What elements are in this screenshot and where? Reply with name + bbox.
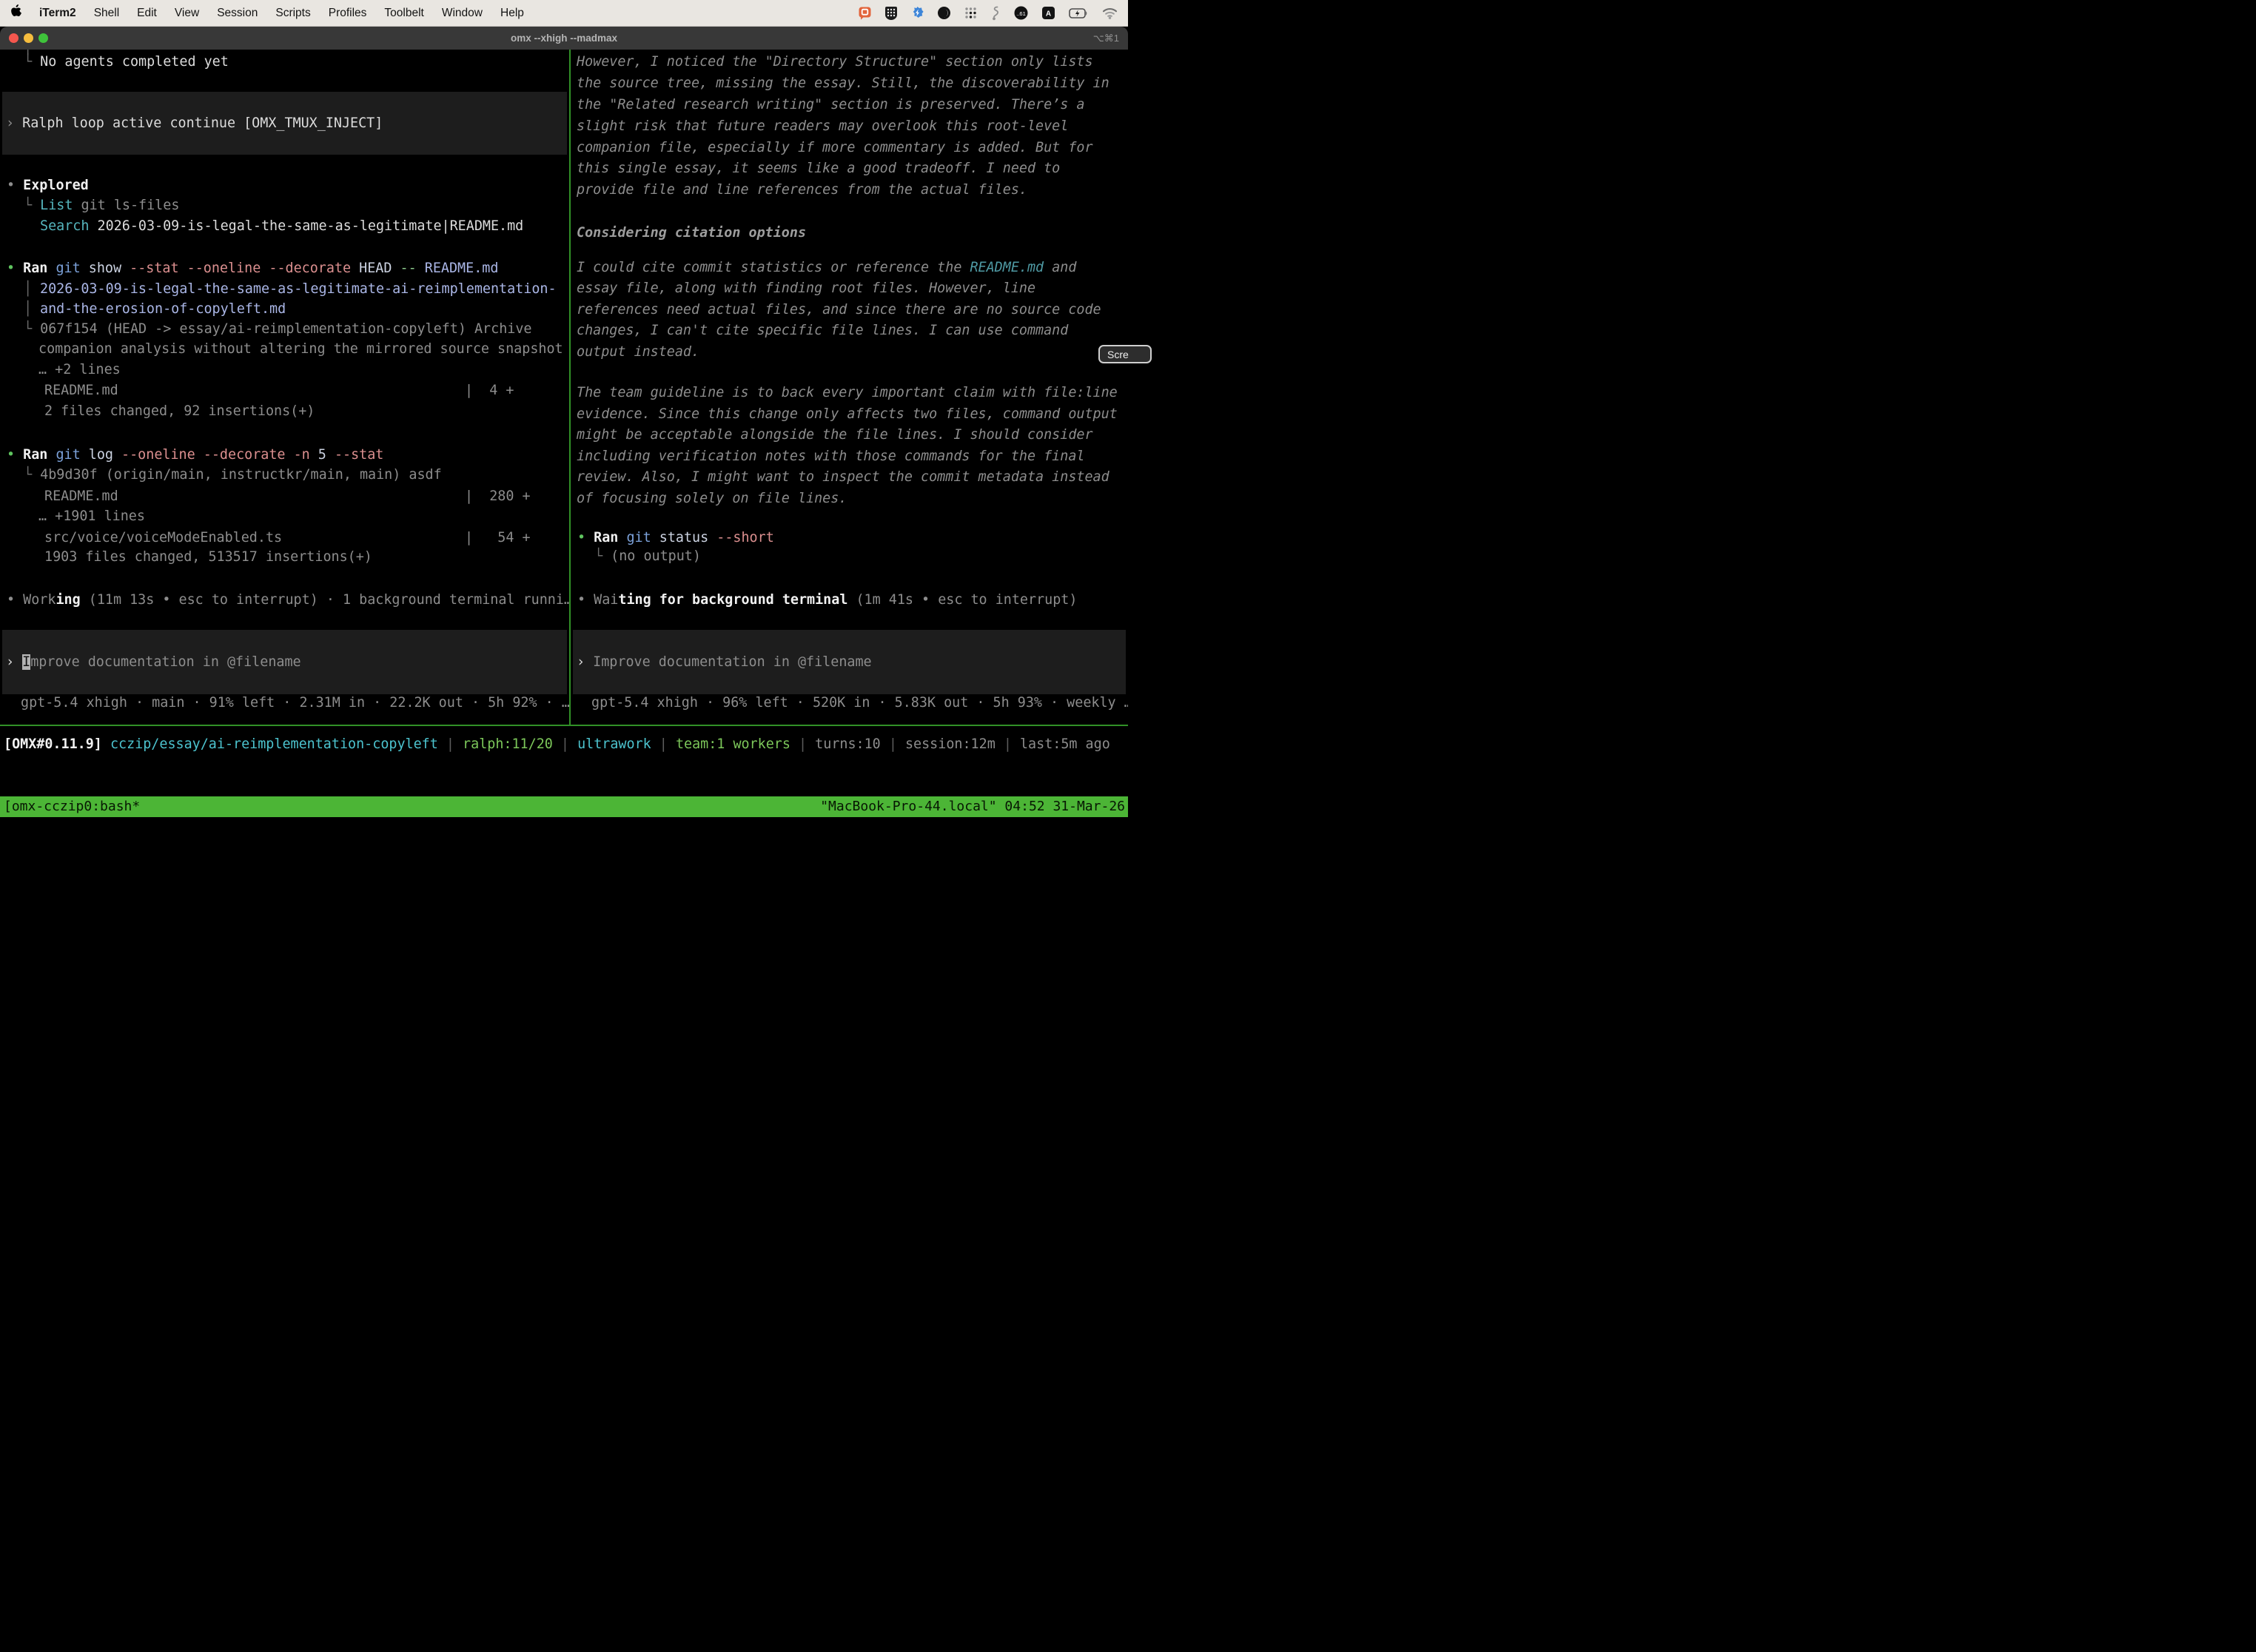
pane-divider[interactable] [569, 50, 571, 725]
terminal-text-run: including verification notes with those … [577, 446, 1084, 467]
tmux-host-clock: "MacBook-Pro-44.local" 04:52 31-Mar-26 [820, 796, 1125, 817]
terminal-text-run: evidence. Since this change only affects… [577, 404, 1118, 425]
terminal-text-run: └ 067f154 (HEAD -> essay/ai-reimplementa… [24, 319, 531, 340]
terminal-text-run: | 280 + [465, 486, 531, 507]
window-title: omx --xhigh --madmax [0, 27, 1128, 50]
window-shortcut-badge: ⌥⌘1 [1093, 27, 1119, 50]
battery-icon[interactable] [1069, 8, 1088, 19]
terminal-text-run: │ [24, 299, 32, 320]
menu-item-view[interactable]: View [175, 7, 199, 20]
terminal-text-run: Search 2026-03-09-is-legal-the-same-as-l… [40, 216, 523, 237]
svg-text:A: A [1046, 10, 1051, 19]
screen-tooltip: Scre [1098, 345, 1152, 363]
terminal-text-run: • Waiting for background terminal (1m 41… [577, 590, 1077, 611]
menu-item-iterm2[interactable]: iTerm2 [39, 7, 76, 20]
svg-text:..61: ..61 [1016, 10, 1026, 17]
menu-item-session[interactable]: Session [217, 7, 258, 20]
terminal-text-run: • Working (11m 13s • esc to interrupt) ·… [7, 590, 569, 611]
crescent-icon[interactable] [938, 7, 950, 19]
terminal-text-run: 2026-03-09-is-legal-the-same-as-legitima… [40, 279, 557, 300]
apple-menu[interactable] [10, 4, 21, 21]
terminal-text-run: └ List git ls-files [24, 195, 179, 216]
menu-item-edit[interactable]: Edit [137, 7, 157, 20]
terminal-text-run: • Explored [7, 175, 89, 196]
terminal-text-run: However, I noticed the "Directory Struct… [577, 52, 1093, 73]
keyboard-shield-icon[interactable] [885, 7, 897, 20]
terminal-text-run: Considering citation options [577, 223, 806, 244]
terminal-text-run: 1903 files changed, 513517 insertions(+) [44, 547, 372, 568]
left-terminal-pane[interactable]: │ └ No agents completed yet › Ralph loop a… [0, 50, 569, 725]
terminal-text-run: └ (no output) [594, 546, 701, 567]
right-terminal-pane[interactable]: However, I noticed the "Directory Struct… [571, 50, 1128, 725]
window-title-bar: omx --xhigh --madmax ⌥⌘1 [0, 27, 1128, 50]
terminal-text-run: provide file and line references from th… [577, 180, 1027, 201]
terminal-text-run: the source tree, missing the essay. Stil… [577, 73, 1109, 94]
terminal-text-run: companion analysis without altering the … [38, 339, 563, 360]
tmux-session-label[interactable]: [omx-cczip0:bash* [4, 796, 140, 817]
menu-item-scripts[interactable]: Scripts [275, 7, 310, 20]
omx-status-line: [OMX#0.11.9] cczip/essay/ai-reimplementa… [4, 734, 1128, 756]
terminal-text-run: this single essay, it seems like a good … [577, 158, 1060, 179]
terminal-text-run: › Improve documentation in @filename [6, 652, 301, 673]
terminal-text-run: slight risk that future readers may over… [577, 116, 1068, 137]
terminal-text-run: README.md [44, 380, 118, 401]
menu-item-profiles[interactable]: Profiles [329, 7, 367, 20]
orange-chat-icon[interactable] [859, 7, 871, 20]
terminal-text-run: gpt-5.4 xhigh · main · 91% left · 2.31M … [21, 693, 569, 713]
terminal-text-run: │ [24, 279, 32, 300]
terminal-text-run: references need actual files, and since … [577, 300, 1101, 320]
terminal-text-run: might be acceptable alongside the file l… [577, 425, 1093, 446]
squiggle-icon[interactable] [991, 6, 1000, 21]
terminal-text-run: changes, I can't cite specific file line… [577, 320, 1068, 341]
terminal-text-run: 2 files changed, 92 insertions(+) [44, 401, 315, 422]
tmux-status-bar: [omx-cczip0:bash* "MacBook-Pro-44.local"… [0, 796, 1128, 817]
status-divider-line [0, 725, 1128, 726]
terminal-text-run: output instead. [577, 342, 699, 363]
omx-status-text: [OMX#0.11.9] cczip/essay/ai-reimplementa… [4, 734, 1110, 755]
screen: { "menubar": { "apple_icon": "apple-logo… [0, 0, 1128, 826]
terminal-text-run: companion file, especially if more comme… [577, 138, 1093, 158]
menu-item-window[interactable]: Window [442, 7, 483, 20]
terminal-text-run: … +2 lines [38, 360, 121, 380]
terminal-text-run: … +1901 lines [38, 506, 145, 527]
menu-item-toolbelt[interactable]: Toolbelt [384, 7, 423, 20]
wifi-icon[interactable] [1102, 7, 1118, 19]
terminal-text-run: └ No agents completed yet [24, 52, 229, 73]
terminal-text-run: | 4 + [465, 380, 514, 401]
terminal-text-run: of focusing solely on file lines. [577, 488, 847, 509]
apple-logo-icon [10, 4, 21, 18]
blue-burst-icon[interactable] [911, 7, 924, 19]
terminal-text-run: src/voice/voiceModeEnabled.ts [44, 528, 282, 548]
terminal-text-run: | 54 + [465, 528, 531, 548]
terminal-text-run: I could cite commit statistics or refere… [577, 258, 1076, 278]
battery-percent-icon[interactable]: ..61 [1014, 6, 1028, 20]
terminal-text-run: README.md [44, 486, 118, 507]
terminal-text-run: • Ran git show --stat --oneline --decora… [7, 258, 498, 279]
terminal-text-run: └ 4b9d30f (origin/main, instructkr/main,… [24, 465, 442, 486]
terminal-text-run: • Ran git status --short [577, 528, 774, 548]
menu-bar-status-icons: ..61 A [859, 6, 1118, 21]
terminal-text-run: • Ran git log --oneline --decorate -n 5 … [7, 445, 383, 466]
dots-grid-icon[interactable] [964, 7, 977, 19]
terminal-text-run: gpt-5.4 xhigh · 96% left · 520K in · 5.8… [591, 693, 1128, 713]
terminal-text-run: › Ralph loop active continue [OMX_TMUX_I… [6, 113, 383, 134]
menu-bar: iTerm2 Shell Edit View Session Scripts P… [0, 0, 1128, 27]
menu-item-help[interactable]: Help [500, 7, 524, 20]
terminal-text-run: essay file, along with finding root file… [577, 278, 1035, 299]
terminal-text-run: the "Related research writing" section i… [577, 95, 1084, 115]
terminal-text-run: › Improve documentation in @filename [577, 652, 872, 673]
terminal-text-run: review. Also, I might want to inspect th… [577, 467, 1109, 488]
terminal-text-run: and-the-erosion-of-copyleft.md [40, 299, 286, 320]
menu-item-shell[interactable]: Shell [94, 7, 119, 20]
terminal-text-run: The team guideline is to back every impo… [577, 383, 1118, 403]
input-source-icon[interactable]: A [1042, 7, 1055, 19]
